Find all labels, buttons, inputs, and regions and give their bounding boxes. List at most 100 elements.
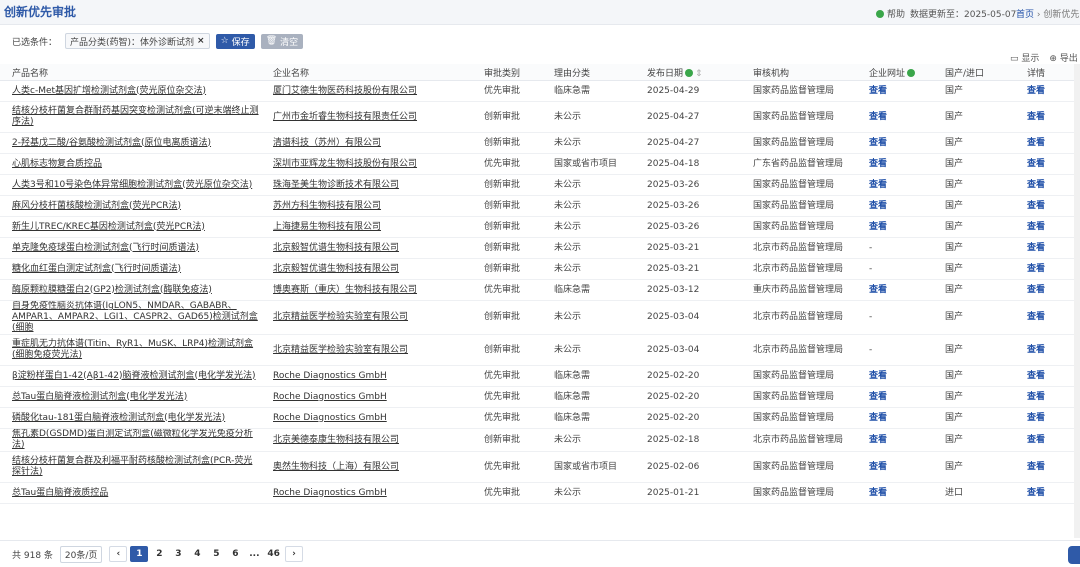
detail-link[interactable]: 查看 (1015, 386, 1074, 408)
website-link[interactable]: 查看 (857, 80, 933, 102)
company-link[interactable]: Roche Diagnostics GmbH (273, 413, 387, 423)
page-size-select[interactable]: 20条/页 (59, 545, 103, 563)
help-link[interactable]: 帮助 (876, 7, 905, 20)
detail-link[interactable]: 查看 (1015, 279, 1074, 301)
company-link[interactable]: 北京精益医学检验实验室有限公司 (273, 345, 408, 355)
product-link[interactable]: 焦孔素D(GSDMD)蛋白测定试剂盒(磁微粒化学发光免疫分析法) (12, 429, 253, 450)
website-link[interactable]: 查看 (857, 174, 933, 196)
product-link[interactable]: β淀粉样蛋白1-42(Aβ1-42)脑脊液检测试剂盒(电化学发光法) (12, 371, 256, 381)
company-link[interactable]: 北京毅智优谱生物科技有限公司 (273, 264, 399, 274)
company-link[interactable]: Roche Diagnostics GmbH (273, 488, 387, 498)
detail-link[interactable]: 查看 (1015, 407, 1074, 429)
website-link[interactable]: 查看 (857, 195, 933, 217)
product-link[interactable]: 麻风分枝杆菌核酸检测试剂盒(荧光PCR法) (12, 201, 181, 211)
save-button[interactable]: ☆ 保存 (215, 33, 255, 49)
company-link[interactable]: 厦门艾德生物医药科技股份有限公司 (273, 86, 417, 96)
detail-link[interactable]: 查看 (1015, 80, 1074, 102)
next-page-button[interactable]: › (284, 546, 303, 562)
float-action-button[interactable] (1068, 546, 1080, 564)
detail-link[interactable]: 查看 (1015, 451, 1074, 483)
page-button[interactable]: 2 (151, 547, 167, 561)
detail-link[interactable]: 查看 (1015, 153, 1074, 175)
company-link[interactable]: Roche Diagnostics GmbH (273, 371, 387, 381)
company-link[interactable]: Roche Diagnostics GmbH (273, 392, 387, 402)
product-link[interactable]: 磷酸化tau-181蛋白脑脊液检测试剂盒(电化学发光法) (12, 413, 225, 423)
page-ellipsis[interactable]: ... (246, 547, 262, 561)
website-link[interactable]: 查看 (857, 451, 933, 483)
product-link[interactable]: 自身免疫性脑炎抗体谱(IgLON5、NMDAR、GABABR、AMPAR1、AM… (12, 301, 258, 333)
detail-link[interactable]: 查看 (1015, 334, 1074, 366)
table-cell: 国家药品监督管理局 (741, 365, 857, 387)
product-link[interactable]: 人类3号和10号染色体异常细胞检测试剂盒(荧光原位杂交法) (12, 180, 252, 190)
page-button[interactable]: 5 (208, 547, 224, 561)
sort-icon[interactable]: ⇕ (695, 69, 703, 79)
detail-link[interactable]: 查看 (1015, 132, 1074, 154)
website-link[interactable]: 查看 (857, 132, 933, 154)
company-link[interactable]: 北京毅智优谱生物科技有限公司 (273, 243, 399, 253)
col-header-date[interactable]: 发布日期 ⇕ (635, 64, 741, 81)
detail-link[interactable]: 查看 (1015, 195, 1074, 217)
export-button[interactable]: ⊕ 导出 (1049, 51, 1077, 64)
table-cell: 优先审批 (472, 153, 542, 175)
detail-link[interactable]: 查看 (1015, 482, 1074, 504)
breadcrumb-home[interactable]: 首页 (1016, 10, 1034, 20)
detail-link[interactable]: 查看 (1015, 365, 1074, 387)
website-link[interactable]: 查看 (857, 407, 933, 429)
website-link[interactable]: 查看 (857, 153, 933, 175)
product-link[interactable]: 心肌标志物复合质控品 (12, 159, 102, 169)
website-link[interactable]: 查看 (857, 101, 933, 133)
product-link[interactable]: 总Tau蛋白脑脊液检测试剂盒(电化学发光法) (12, 392, 187, 402)
company-link[interactable]: 北京美德泰康生物科技有限公司 (273, 435, 399, 445)
website-link[interactable]: 查看 (857, 386, 933, 408)
product-link[interactable]: 糖化血红蛋白测定试剂盒(飞行时间质谱法) (12, 264, 181, 274)
page-button[interactable]: 6 (227, 547, 243, 561)
website-link[interactable]: 查看 (857, 365, 933, 387)
product-link[interactable]: 人类c-Met基因扩增检测试剂盒(荧光原位杂交法) (12, 86, 206, 96)
company-link[interactable]: 深圳市亚辉龙生物科技股份有限公司 (273, 159, 417, 169)
table-cell: 北京市药品监督管理局 (741, 300, 857, 335)
company-name-cell: 北京毅智优谱生物科技有限公司 (261, 258, 472, 280)
company-link[interactable]: 清谱科技（苏州）有限公司 (273, 138, 381, 148)
table-cell: 国产 (933, 451, 1015, 483)
website-link[interactable]: 查看 (857, 279, 933, 301)
product-link[interactable]: 重症肌无力抗体谱(Titin、RyR1、MuSK、LRP4)检测试剂盒(细胞免疫… (12, 339, 253, 360)
page-button[interactable]: 3 (170, 547, 186, 561)
company-link[interactable]: 苏州方科生物科技有限公司 (273, 201, 381, 211)
company-link[interactable]: 珠海圣美生物诊断技术有限公司 (273, 180, 399, 190)
product-link[interactable]: 结核分枝杆菌复合群及利福平耐药核酸检测试剂盒(PCR-荧光探针法) (12, 456, 252, 477)
product-link[interactable]: 2-羟基戊二酸/谷氨酸检测试剂盒(原位电离质谱法) (12, 138, 211, 148)
table-row: 重症肌无力抗体谱(Titin、RyR1、MuSK、LRP4)检测试剂盒(细胞免疫… (0, 334, 1074, 366)
detail-link[interactable]: 查看 (1015, 101, 1074, 133)
detail-link[interactable]: 查看 (1015, 174, 1074, 196)
company-link[interactable]: 北京精益医学检验实验室有限公司 (273, 312, 408, 322)
website-link[interactable]: 查看 (857, 482, 933, 504)
company-link[interactable]: 广州市金圻睿生物科技有限责任公司 (273, 112, 417, 122)
product-name-cell: β淀粉样蛋白1-42(Aβ1-42)脑脊液检测试剂盒(电化学发光法) (0, 365, 261, 387)
close-icon[interactable]: × (197, 36, 205, 46)
prev-page-button[interactable]: ‹ (109, 546, 128, 562)
detail-link[interactable]: 查看 (1015, 428, 1074, 452)
detail-link[interactable]: 查看 (1015, 300, 1074, 335)
show-columns-button[interactable]: ▭ 显示 (1010, 51, 1039, 64)
product-link[interactable]: 结核分枝杆菌复合群耐药基因突变检测试剂盒(可逆末端终止测序法) (12, 106, 259, 127)
scrollbar[interactable] (1074, 64, 1080, 538)
page-button[interactable]: 1 (130, 546, 149, 562)
product-link[interactable]: 总Tau蛋白脑脊液质控品 (12, 488, 108, 498)
detail-link[interactable]: 查看 (1015, 216, 1074, 238)
company-link[interactable]: 博奥赛斯（重庆）生物科技有限公司 (273, 285, 417, 295)
website-link[interactable]: 查看 (857, 216, 933, 238)
clear-button[interactable]: 🗑 清空 (260, 33, 304, 49)
product-link[interactable]: 单克隆免疫球蛋白检测试剂盒(飞行时间质谱法) (12, 243, 199, 253)
product-link[interactable]: 酶原颗粒膜糖蛋白2(GP2)检测试剂盒(酶联免疫法) (12, 285, 212, 295)
company-link[interactable]: 奥然生物科技（上海）有限公司 (273, 462, 399, 472)
export-label: 导出 (1059, 54, 1078, 64)
detail-link[interactable]: 查看 (1015, 258, 1074, 280)
detail-link[interactable]: 查看 (1015, 237, 1074, 259)
company-link[interactable]: 上海捷易生物科技有限公司 (273, 222, 381, 232)
product-link[interactable]: 新生儿TREC/KREC基因检测试剂盒(荧光PCR法) (12, 222, 205, 232)
website-link[interactable]: 查看 (857, 428, 933, 452)
table-cell: 2025-02-18 (635, 428, 741, 452)
company-name-cell: Roche Diagnostics GmbH (261, 386, 472, 408)
page-button[interactable]: 4 (189, 547, 205, 561)
page-button[interactable]: 46 (265, 547, 282, 561)
